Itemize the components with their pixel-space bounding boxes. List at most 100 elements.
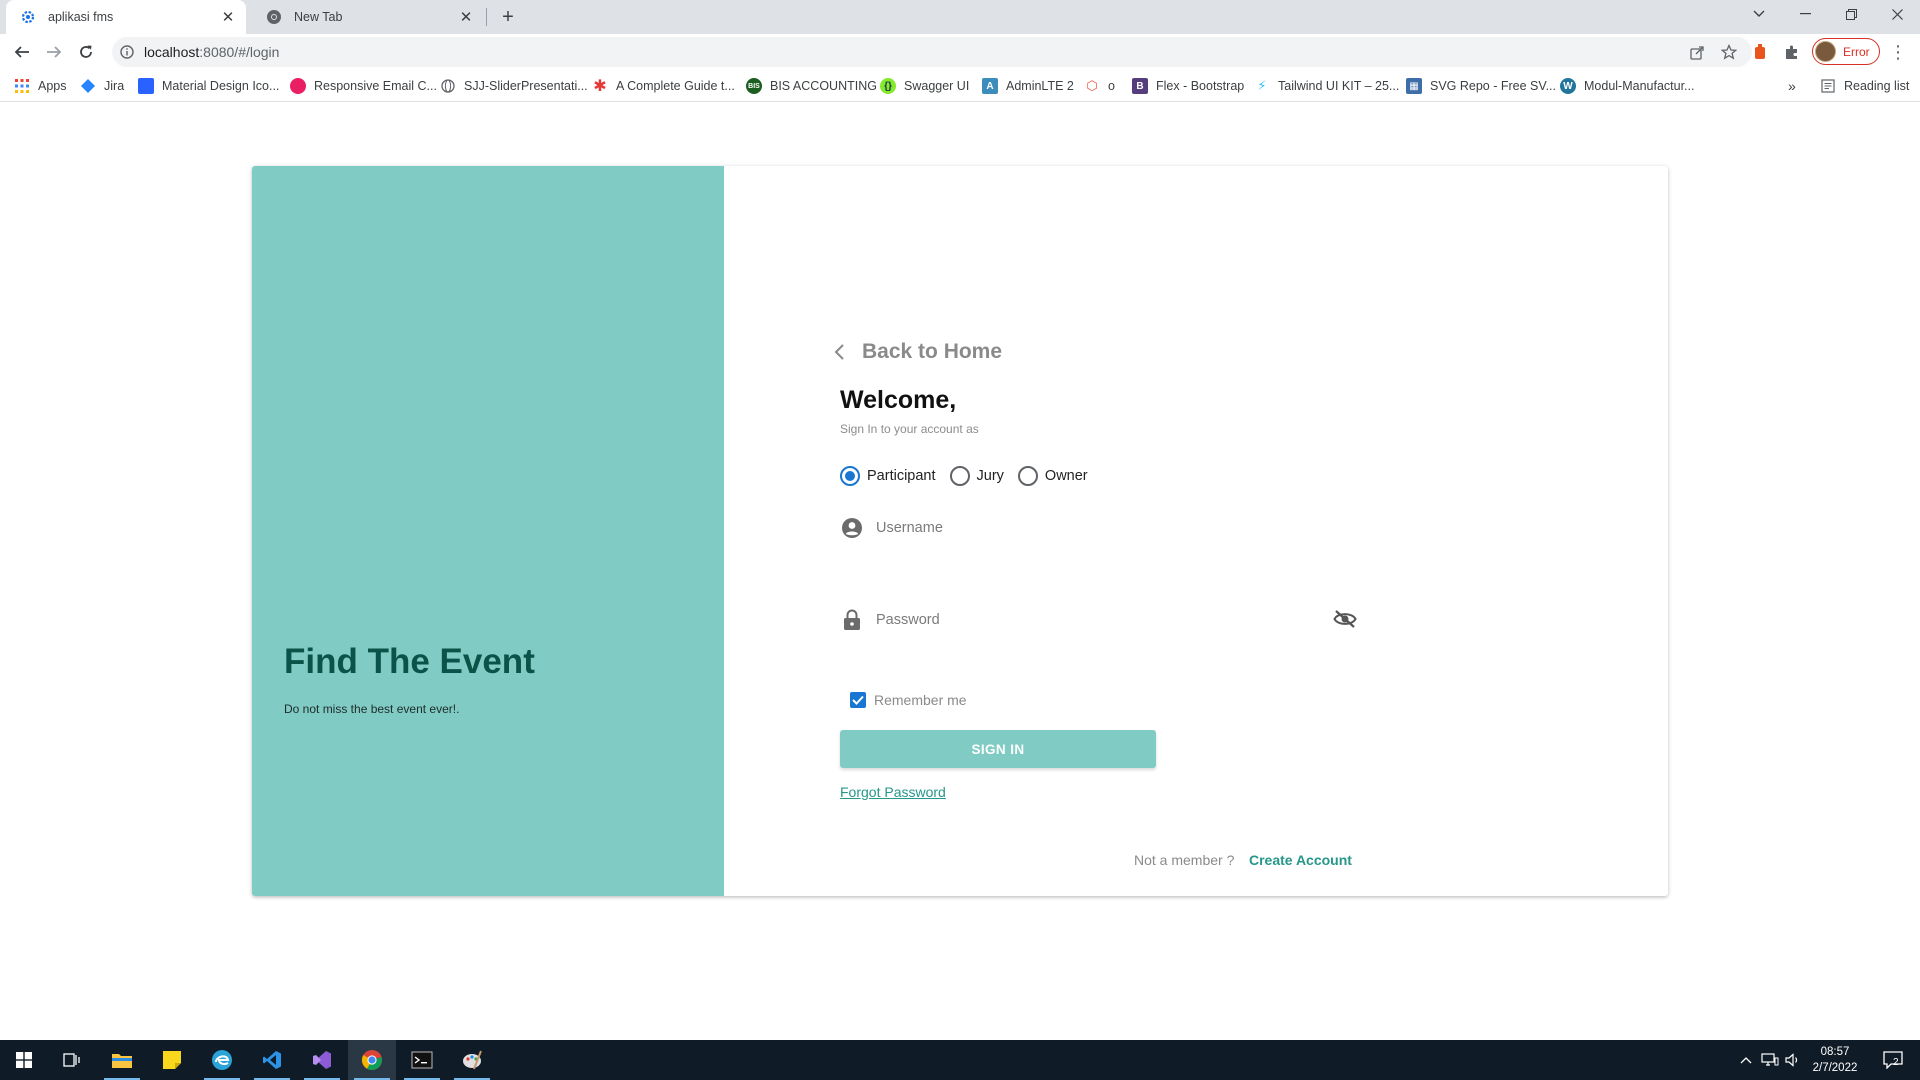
edge-icon[interactable]: [198, 1040, 246, 1080]
network-icon[interactable]: [1758, 1040, 1782, 1080]
close-tab-icon[interactable]: ✕: [218, 7, 238, 27]
email-icon: [290, 78, 306, 94]
show-hidden-icons-icon[interactable]: [1736, 1040, 1756, 1080]
notification-count: 2: [1893, 1057, 1899, 1068]
terminal-icon[interactable]: [398, 1040, 446, 1080]
remember-me-checkbox[interactable]: Remember me: [850, 690, 967, 710]
file-explorer-icon[interactable]: [98, 1040, 146, 1080]
windows-start-icon[interactable]: [0, 1040, 48, 1080]
forgot-password-link[interactable]: Forgot Password: [840, 784, 946, 800]
role-radio-group: Participant Jury Owner: [840, 464, 1102, 488]
bookmark-material-design[interactable]: Material Design Ico...: [138, 77, 279, 95]
share-icon[interactable]: [1684, 37, 1710, 67]
bookmark-label: BIS ACCOUNTING: [770, 79, 877, 93]
role-jury-radio[interactable]: Jury: [949, 466, 1004, 486]
new-tab-button[interactable]: +: [496, 5, 520, 29]
eye-off-icon[interactable]: [1332, 606, 1358, 632]
username-input[interactable]: [876, 520, 1316, 536]
asterisk-icon: ✱: [593, 78, 607, 95]
bookmark-label: Swagger UI: [904, 79, 970, 93]
bookmark-svg-repo[interactable]: ▦ SVG Repo - Free SV...: [1406, 77, 1556, 95]
welcome-heading: Welcome,: [840, 386, 957, 414]
chevron-left-icon: [830, 342, 850, 362]
url-text: localhost:8080/#/login: [144, 44, 279, 60]
vscode-icon[interactable]: [248, 1040, 296, 1080]
avatar: [1815, 41, 1836, 62]
notification-center-icon[interactable]: 2: [1876, 1040, 1910, 1080]
more-bookmarks-icon[interactable]: »: [1788, 77, 1796, 95]
laravel-icon: ⬡: [1086, 78, 1098, 93]
clock-date: 2/7/2022: [1812, 1062, 1858, 1074]
username-field: [840, 513, 1316, 543]
radio-label: Owner: [1044, 468, 1088, 484]
radio-label: Jury: [976, 468, 1004, 484]
url-path: :8080/#/login: [199, 44, 280, 60]
visual-studio-icon[interactable]: [298, 1040, 346, 1080]
globe-icon: [440, 78, 456, 94]
close-tab-icon[interactable]: ✕: [456, 7, 476, 27]
tab-aplikasi-fms[interactable]: aplikasi fms ✕: [6, 0, 246, 34]
password-input[interactable]: [876, 612, 1316, 628]
create-account-link[interactable]: Create Account: [1249, 852, 1352, 868]
bookmark-apps[interactable]: Apps: [14, 77, 67, 95]
site-info-icon[interactable]: [118, 43, 136, 61]
minimize-icon[interactable]: [1782, 0, 1828, 28]
profile-button[interactable]: Error: [1812, 38, 1880, 65]
back-to-home-link[interactable]: Back to Home: [830, 338, 1002, 366]
chrome-icon[interactable]: [348, 1040, 396, 1080]
apps-grid-icon: [14, 78, 30, 94]
remember-label: Remember me: [874, 692, 967, 708]
address-bar[interactable]: localhost:8080/#/login: [112, 37, 1752, 67]
radio-unchecked-icon: [949, 466, 970, 486]
forward-arrow-icon[interactable]: [40, 38, 68, 66]
bookmark-tailwind-ui-kit[interactable]: ⚡ Tailwind UI KIT – 25...: [1254, 77, 1399, 95]
restore-icon[interactable]: [1828, 0, 1874, 28]
bookmark-sjj-slider[interactable]: SJJ-SliderPresentati...: [440, 77, 588, 95]
bookmark-flex-bootstrap[interactable]: B Flex - Bootstrap: [1132, 77, 1244, 95]
browser-tab-strip: aplikasi fms ✕ New Tab ✕ +: [0, 0, 1920, 34]
bookmark-label: Modul-Manufactur...: [1584, 79, 1695, 93]
paint-icon[interactable]: [448, 1040, 496, 1080]
bis-icon: BIS: [746, 78, 762, 94]
bookmark-swagger[interactable]: {} Swagger UI: [880, 77, 969, 95]
close-window-icon[interactable]: [1874, 0, 1920, 28]
role-owner-radio[interactable]: Owner: [1017, 466, 1088, 486]
browser-menu-icon[interactable]: ⋮: [1886, 40, 1910, 64]
extension-red-icon[interactable]: [1750, 42, 1770, 62]
tab-new-tab[interactable]: New Tab ✕: [252, 0, 484, 34]
task-view-icon[interactable]: [48, 1040, 96, 1080]
reading-list-button[interactable]: Reading list: [1820, 77, 1909, 95]
sticky-notes-icon[interactable]: [148, 1040, 196, 1080]
adminlte-icon: A: [982, 78, 998, 94]
tab-title: aplikasi fms: [48, 10, 114, 24]
extensions-puzzle-icon[interactable]: [1782, 42, 1802, 62]
bookmark-modul-manufactur[interactable]: W Modul-Manufactur...: [1560, 77, 1694, 95]
bookmark-label: Tailwind UI KIT – 25...: [1278, 79, 1400, 93]
login-form: Back to Home Welcome, Sign In to your ac…: [724, 166, 1668, 896]
vue-gear-favicon-icon: [20, 9, 36, 25]
hero-title: Find The Event: [284, 642, 535, 681]
bookmark-label: SJJ-SliderPresentati...: [464, 79, 588, 93]
bookmark-adminlte[interactable]: A AdminLTE 2: [982, 77, 1074, 95]
url-host: localhost: [144, 44, 200, 60]
bookmark-responsive-email[interactable]: Responsive Email C...: [290, 77, 437, 95]
bookmark-complete-guide[interactable]: ✱ A Complete Guide t...: [592, 77, 735, 95]
wordpress-icon: W: [1560, 78, 1576, 94]
bookmark-label: AdminLTE 2: [1006, 79, 1074, 93]
radio-checked-icon: [840, 466, 860, 486]
account-circle-icon: [840, 516, 864, 540]
role-participant-radio[interactable]: Participant: [840, 466, 936, 486]
bookmark-star-icon[interactable]: [1716, 37, 1742, 67]
taskbar-clock[interactable]: 08:57 2/7/2022: [1800, 1044, 1870, 1076]
bookmark-bis-accounting[interactable]: BIS BIS ACCOUNTING: [746, 77, 877, 95]
material-icon: [138, 78, 154, 94]
bookmark-jira[interactable]: Jira: [80, 77, 124, 95]
bookmark-laravel[interactable]: ⬡ o: [1084, 77, 1115, 95]
hero-panel: Find The Event Do not miss the best even…: [252, 166, 724, 896]
tab-search-icon[interactable]: [1736, 0, 1782, 28]
clock-time: 08:57: [1820, 1046, 1850, 1058]
back-arrow-icon[interactable]: [8, 38, 36, 66]
sign-in-button[interactable]: SIGN IN: [840, 730, 1156, 768]
reading-list-label: Reading list: [1844, 79, 1910, 93]
reload-icon[interactable]: [72, 38, 100, 66]
